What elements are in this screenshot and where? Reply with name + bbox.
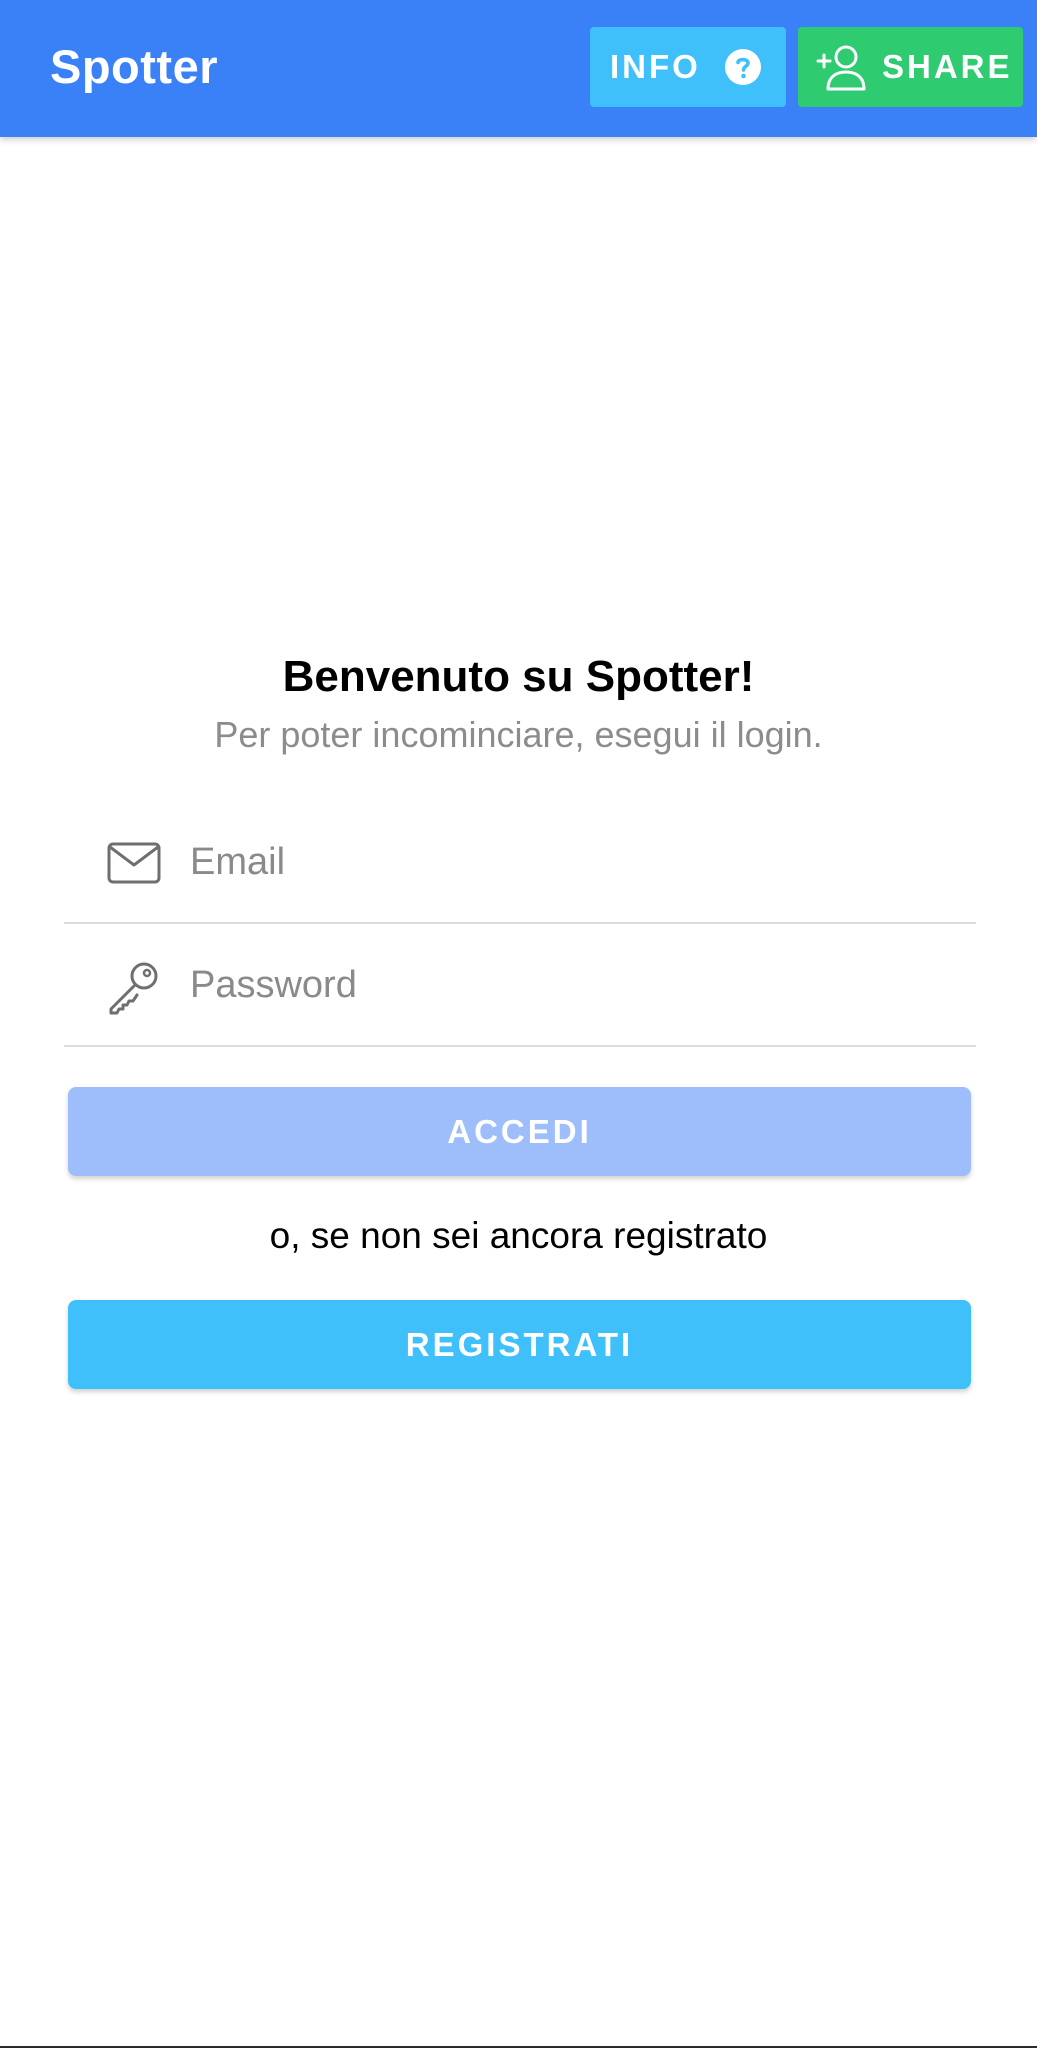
register-prompt: o, se non sei ancora registrato [269, 1215, 768, 1256]
share-button-label: SHARE [882, 48, 1013, 85]
password-field [64, 925, 976, 1047]
welcome-title: Benvenuto su Spotter! [282, 652, 755, 701]
add-user-icon [816, 45, 866, 91]
info-button[interactable]: INFO [590, 27, 786, 107]
top-toolbar: Spotter INFO SHARE [0, 0, 1037, 137]
app-title: Spotter [50, 40, 218, 93]
welcome-subtitle: Per poter incominciare, esegui il login. [214, 714, 823, 755]
key-icon [109, 962, 158, 1015]
register-button[interactable]: REGISTRATI [68, 1300, 971, 1389]
register-button-label: REGISTRATI [405, 1325, 634, 1363]
login-button-label: ACCEDI [447, 1112, 592, 1150]
email-input[interactable] [190, 832, 950, 892]
login-button[interactable]: ACCEDI [68, 1087, 971, 1176]
info-button-label: INFO [610, 48, 701, 85]
app-screen: Spotter INFO SHARE Benvenuto su Spotter!… [0, 0, 1037, 2048]
share-button[interactable]: SHARE [798, 27, 1023, 107]
mail-icon [107, 842, 161, 884]
help-circle-icon [725, 49, 761, 85]
email-field [64, 802, 976, 924]
password-input[interactable] [190, 955, 950, 1015]
